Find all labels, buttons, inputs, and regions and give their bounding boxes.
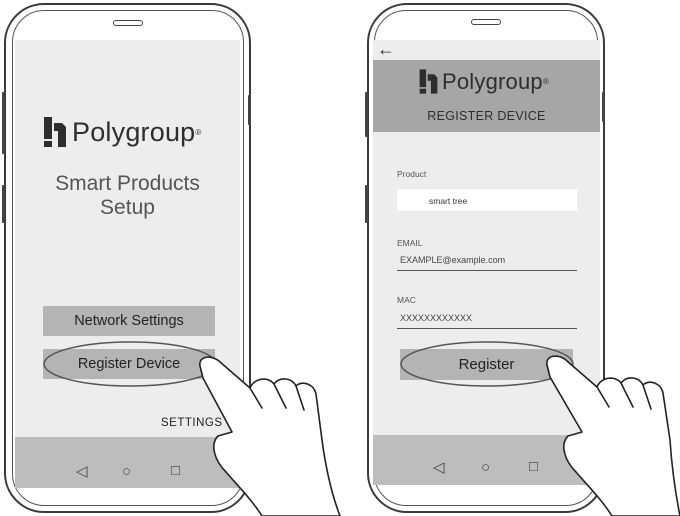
email-field[interactable]: EXAMPLE@example.com xyxy=(397,255,577,271)
page-title: REGISTER DEVICE xyxy=(427,109,546,123)
right-side-button xyxy=(602,92,605,122)
home-icon[interactable]: ○ xyxy=(481,460,490,475)
mac-field[interactable]: XXXXXXXXXXXX xyxy=(397,313,577,329)
product-field[interactable]: smart tree xyxy=(397,189,577,211)
right-volume-button xyxy=(365,92,368,137)
registered-mark: ® xyxy=(542,77,549,86)
left-volume-button xyxy=(2,92,5,154)
right-navbar: ◁ ○ □ xyxy=(373,435,600,485)
right-power-button xyxy=(365,185,368,223)
register-device-button[interactable]: Register Device xyxy=(43,349,215,379)
mac-label: MAC xyxy=(397,295,416,305)
left-brand: Polygroup ® xyxy=(42,115,201,149)
left-power-button xyxy=(2,185,5,223)
brand-name: Polygroup xyxy=(442,68,543,94)
network-settings-button[interactable]: Network Settings xyxy=(43,306,215,336)
product-value: smart tree xyxy=(429,196,468,206)
back-icon[interactable]: ◁ xyxy=(433,460,445,475)
settings-link[interactable]: SETTINGS xyxy=(161,417,240,429)
polygroup-logo-icon xyxy=(419,69,438,94)
recents-icon[interactable]: □ xyxy=(171,463,180,478)
brand-name: Polygroup xyxy=(72,116,196,147)
back-icon[interactable]: ◁ xyxy=(76,464,88,479)
right-brand: Polygroup ® xyxy=(418,67,549,96)
recents-icon[interactable]: □ xyxy=(529,459,538,474)
registered-mark: ® xyxy=(195,127,202,137)
home-icon[interactable]: ○ xyxy=(122,464,131,479)
product-label: Product xyxy=(397,169,427,179)
app-title-line-2: Setup xyxy=(100,196,155,219)
back-arrow-icon[interactable]: ← xyxy=(377,40,395,58)
register-header: Polygroup ® REGISTER DEVICE xyxy=(373,60,600,132)
left-navbar: ◁ ○ □ xyxy=(15,437,240,488)
left-screen: Polygroup ® Smart Products Setup Network… xyxy=(15,40,240,488)
polygroup-logo-icon xyxy=(44,117,66,147)
register-button[interactable]: Register xyxy=(400,349,573,380)
left-speaker xyxy=(113,20,143,26)
email-label: EMAIL xyxy=(397,238,423,248)
right-speaker xyxy=(471,19,501,25)
left-side-button xyxy=(248,95,251,125)
right-screen: ← Polygroup ® REGISTER DEVICE Product sm… xyxy=(373,40,600,485)
app-title-line-1: Smart Products xyxy=(55,172,200,195)
